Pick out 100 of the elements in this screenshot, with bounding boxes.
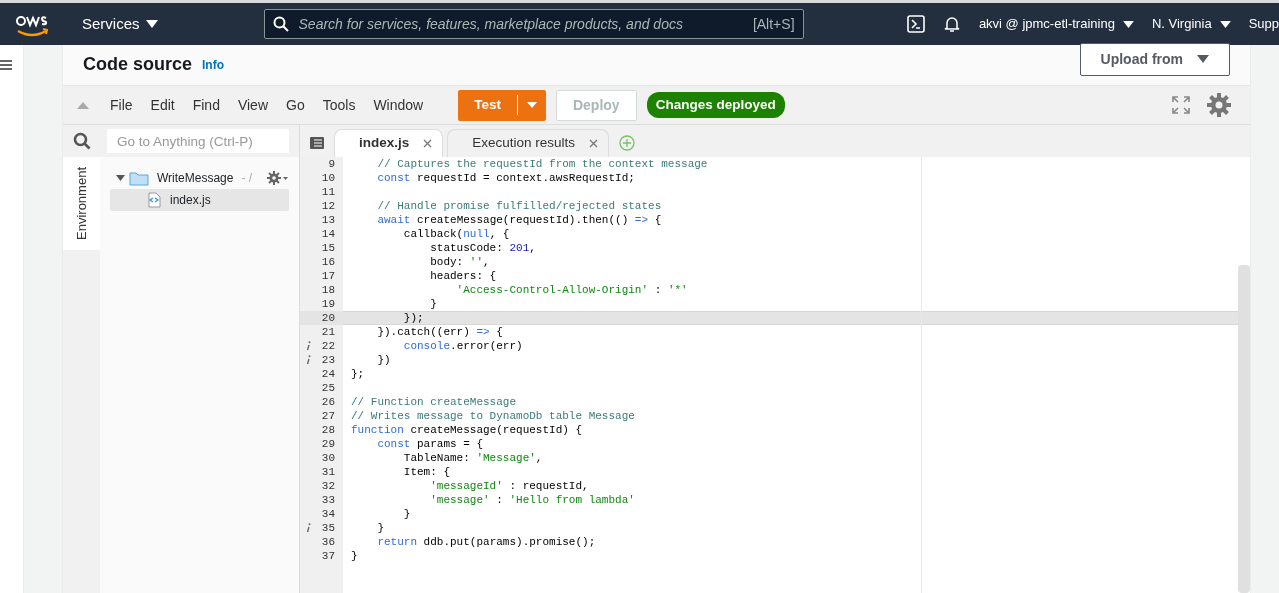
menu-item[interactable]: Tools (313, 94, 365, 116)
code-line: }).catch((err) => { (376, 326, 503, 338)
line-number: 29 (321, 437, 335, 451)
code-line: // Writes message to DynamoDb table Message (351, 410, 635, 422)
menu-icon[interactable] (0, 60, 12, 70)
info-link[interactable]: Info (202, 56, 225, 74)
menu-item[interactable]: Find (183, 94, 229, 116)
shortcut-hint: [Alt+S] (752, 14, 795, 34)
caret-icon (145, 19, 158, 29)
code-line: console.error(err) (402, 340, 523, 352)
upload-button[interactable]: Upload from (1079, 42, 1230, 76)
close-icon[interactable] (423, 139, 433, 148)
code-line: headers: { (429, 270, 497, 282)
caret-icon (1219, 19, 1231, 29)
line-number: 10 (321, 171, 335, 185)
code-line: statusCode: 201, (429, 242, 536, 254)
code-line: TableName: 'Message', (402, 452, 543, 464)
item-label: WriteMessage (157, 170, 234, 187)
terminal-icon[interactable] (906, 15, 925, 33)
code-line: } (402, 508, 411, 520)
line-number: 21 (321, 325, 335, 339)
line-number: 30 (321, 451, 335, 465)
tree-item[interactable]: index.js (110, 189, 289, 211)
code-line: Item: { (402, 466, 451, 478)
region-menu[interactable]: N. Virginia (1151, 14, 1231, 34)
search-icon (272, 16, 289, 32)
editor-tab[interactable]: Execution results (447, 129, 610, 157)
code-line: callback(null, { (402, 228, 510, 240)
go-to-anything-field[interactable]: Go to Anything (Ctrl-P) (107, 129, 289, 153)
code-line: } (429, 298, 437, 310)
menu-item[interactable]: View (228, 94, 277, 116)
bell-icon[interactable] (942, 15, 961, 33)
code-line: await createMessage(requestId).then(() => { (376, 214, 662, 226)
search-field[interactable]: Search for services, features, marketplace products, and docs [Alt+S] (263, 9, 804, 39)
caret-icon (1197, 54, 1209, 64)
line-number: 33 (321, 493, 335, 507)
line-number: 24 (321, 367, 335, 381)
code-line: }; (351, 368, 365, 380)
support-menu[interactable]: Supp (1248, 14, 1279, 34)
code-line: const requestId = context.awsRequestId; (376, 172, 635, 184)
line-number: 34 (321, 507, 335, 521)
line-number: 32 (321, 479, 335, 493)
settings-icon[interactable] (1206, 92, 1232, 118)
line-number: 23 (321, 353, 335, 367)
line-number: 12 (321, 199, 335, 213)
account-menu[interactable]: akvi @ jpmc-etl-training (978, 14, 1134, 34)
menu-item[interactable]: Edit (141, 94, 184, 116)
code-line: } (376, 522, 384, 534)
line-number: 16 (321, 255, 335, 269)
path-label: - / (241, 170, 253, 187)
status-badge: Changes deployed (646, 91, 785, 119)
code-line: 'Access-Control-Allow-Origin' : '*' (455, 284, 688, 296)
line-number: 36 (321, 535, 335, 549)
search-icon[interactable] (73, 132, 91, 150)
code-line: // Function createMessage (351, 396, 517, 408)
line-number: 37 (321, 549, 335, 563)
line-number: 19 (321, 297, 335, 311)
line-number: 27 (321, 409, 335, 423)
caret-icon (116, 174, 125, 182)
code-line: const params = { (376, 438, 484, 450)
search-input[interactable]: Search for services, features, marketplace products, and docs (296, 12, 745, 36)
menu-item[interactable]: Window (364, 94, 433, 116)
editor-tab[interactable]: index.js (334, 129, 444, 157)
caret-icon (1122, 19, 1134, 29)
line-number: 13 (321, 213, 335, 227)
fullscreen-icon[interactable] (1172, 96, 1190, 114)
environment-tab[interactable]: Environment (63, 157, 100, 250)
close-icon[interactable] (589, 139, 599, 148)
line-number: 22 (321, 339, 335, 353)
line-number: 20 (321, 311, 335, 325)
line-number: 15 (321, 241, 335, 255)
code-line: return ddb.put(params).promise(); (376, 536, 596, 548)
line-number: 26 (321, 395, 335, 409)
line-number: 31 (321, 465, 335, 479)
code-line: // Captures the requestId from the context message (376, 158, 708, 170)
tree-item[interactable]: WriteMessage - / (110, 167, 289, 189)
line-number: 11 (321, 185, 335, 199)
line-number: 28 (321, 423, 335, 437)
code-line: } (351, 550, 358, 562)
line-number: 18 (321, 283, 335, 297)
code-line: 'message' : 'Hello from lambda' (429, 494, 635, 506)
file-icon (146, 192, 162, 208)
gear-icon[interactable] (267, 171, 289, 185)
scrollbar[interactable] (1238, 265, 1250, 593)
line-number: 17 (321, 269, 335, 283)
line-number: 35 (321, 521, 335, 535)
item-label: index.js (170, 192, 211, 209)
list-icon[interactable] (310, 137, 324, 149)
line-number: 9 (328, 157, 335, 171)
line-number: 14 (321, 227, 335, 241)
code-line: }); (402, 312, 424, 324)
code-line: 'messageId' : requestId, (429, 480, 589, 492)
code-line: // Handle promise fulfilled/rejected states (376, 200, 662, 212)
collapse-icon[interactable] (77, 101, 89, 109)
services-menu[interactable]: Services (76, 11, 164, 37)
line-number: 25 (321, 381, 335, 395)
code-line: function createMessage(requestId) { (351, 424, 583, 436)
code-line: }) (376, 354, 391, 366)
menu-item[interactable]: File (101, 94, 142, 116)
menu-item[interactable]: Go (277, 94, 314, 116)
